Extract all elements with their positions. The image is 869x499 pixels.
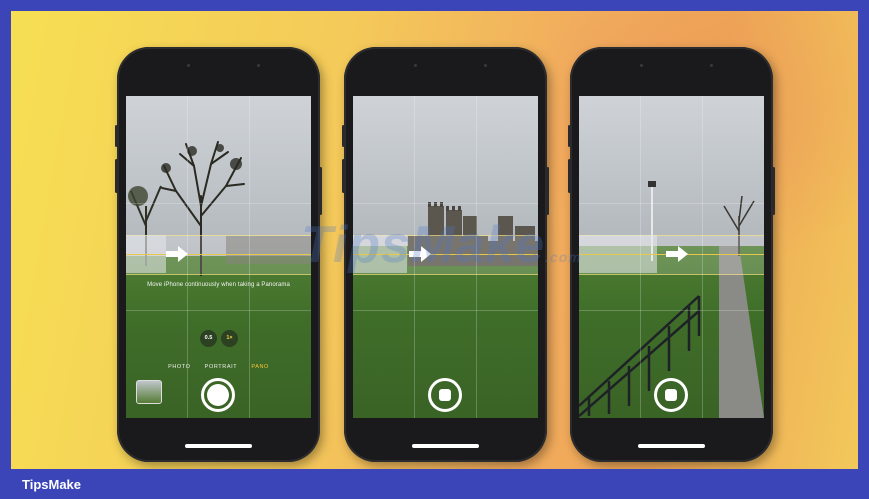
stop-icon (439, 389, 451, 401)
grid-line (126, 203, 311, 204)
iron-fence (579, 295, 701, 417)
phone-2-mute-switch (342, 125, 345, 147)
zoom-selector[interactable]: 0.5 1× (200, 330, 238, 347)
last-photo-thumbnail[interactable] (136, 380, 162, 404)
grid-line (702, 96, 703, 418)
footer-brand: TipsMake (22, 477, 82, 492)
zoom-1x-button[interactable]: 1× (221, 330, 238, 347)
watermark: TipsMake.com (301, 215, 582, 275)
phone-3-volume-button (568, 159, 571, 193)
phone-3-mute-switch (568, 125, 571, 147)
phone-3-sensor (640, 64, 643, 67)
illustration-canvas: Move iPhone continuously when taking a P… (11, 11, 858, 469)
home-indicator (638, 444, 705, 448)
phone-1-mute-switch (115, 125, 118, 147)
grid-line (353, 310, 538, 311)
panorama-arrow-icon[interactable] (166, 246, 188, 262)
phone-2-volume-button (342, 159, 345, 193)
panorama-hint-text: Move iPhone continuously when taking a P… (147, 282, 290, 288)
grid-line (579, 310, 764, 311)
phone-3-camera-viewfinder[interactable] (579, 96, 764, 418)
stop-recording-button[interactable] (654, 378, 688, 412)
phone-3-power-button (772, 167, 775, 215)
phone-1: Move iPhone continuously when taking a P… (115, 47, 322, 462)
phone-1-camera-dot (257, 64, 260, 67)
shutter-button[interactable] (201, 378, 235, 412)
watermark-text: TipsMake (301, 216, 546, 274)
footer-bar: TipsMake (0, 472, 869, 499)
phone-1-power-button (319, 167, 322, 215)
phone-2-sensor (414, 64, 417, 67)
grid-line (353, 203, 538, 204)
image-frame: Move iPhone continuously when taking a P… (0, 0, 869, 499)
grid-line (640, 96, 641, 418)
phone-1-camera-viewfinder[interactable]: Move iPhone continuously when taking a P… (126, 96, 311, 418)
phone-2-camera-dot (484, 64, 487, 67)
stop-recording-button[interactable] (428, 378, 462, 412)
panorama-center-line (126, 254, 311, 255)
home-indicator (185, 444, 252, 448)
phone-2-power-button (546, 167, 549, 215)
mode-photo[interactable]: PHOTO (168, 364, 190, 370)
grid-line (579, 203, 764, 204)
phone-3-camera-dot (710, 64, 713, 67)
home-indicator (412, 444, 479, 448)
phone-1-sensor (187, 64, 190, 67)
watermark-suffix: .com (545, 249, 582, 265)
panorama-arrow-icon[interactable] (666, 246, 688, 262)
phone-1-volume-button (115, 159, 118, 193)
phone-3 (568, 47, 775, 462)
camera-mode-selector[interactable]: PHOTO PORTRAIT PANO (126, 364, 311, 370)
stop-icon (665, 389, 677, 401)
shutter-inner (207, 384, 229, 406)
mode-pano[interactable]: PANO (251, 364, 269, 370)
zoom-0-5-button[interactable]: 0.5 (200, 330, 217, 347)
grid-line (126, 310, 311, 311)
mode-portrait[interactable]: PORTRAIT (205, 364, 238, 370)
